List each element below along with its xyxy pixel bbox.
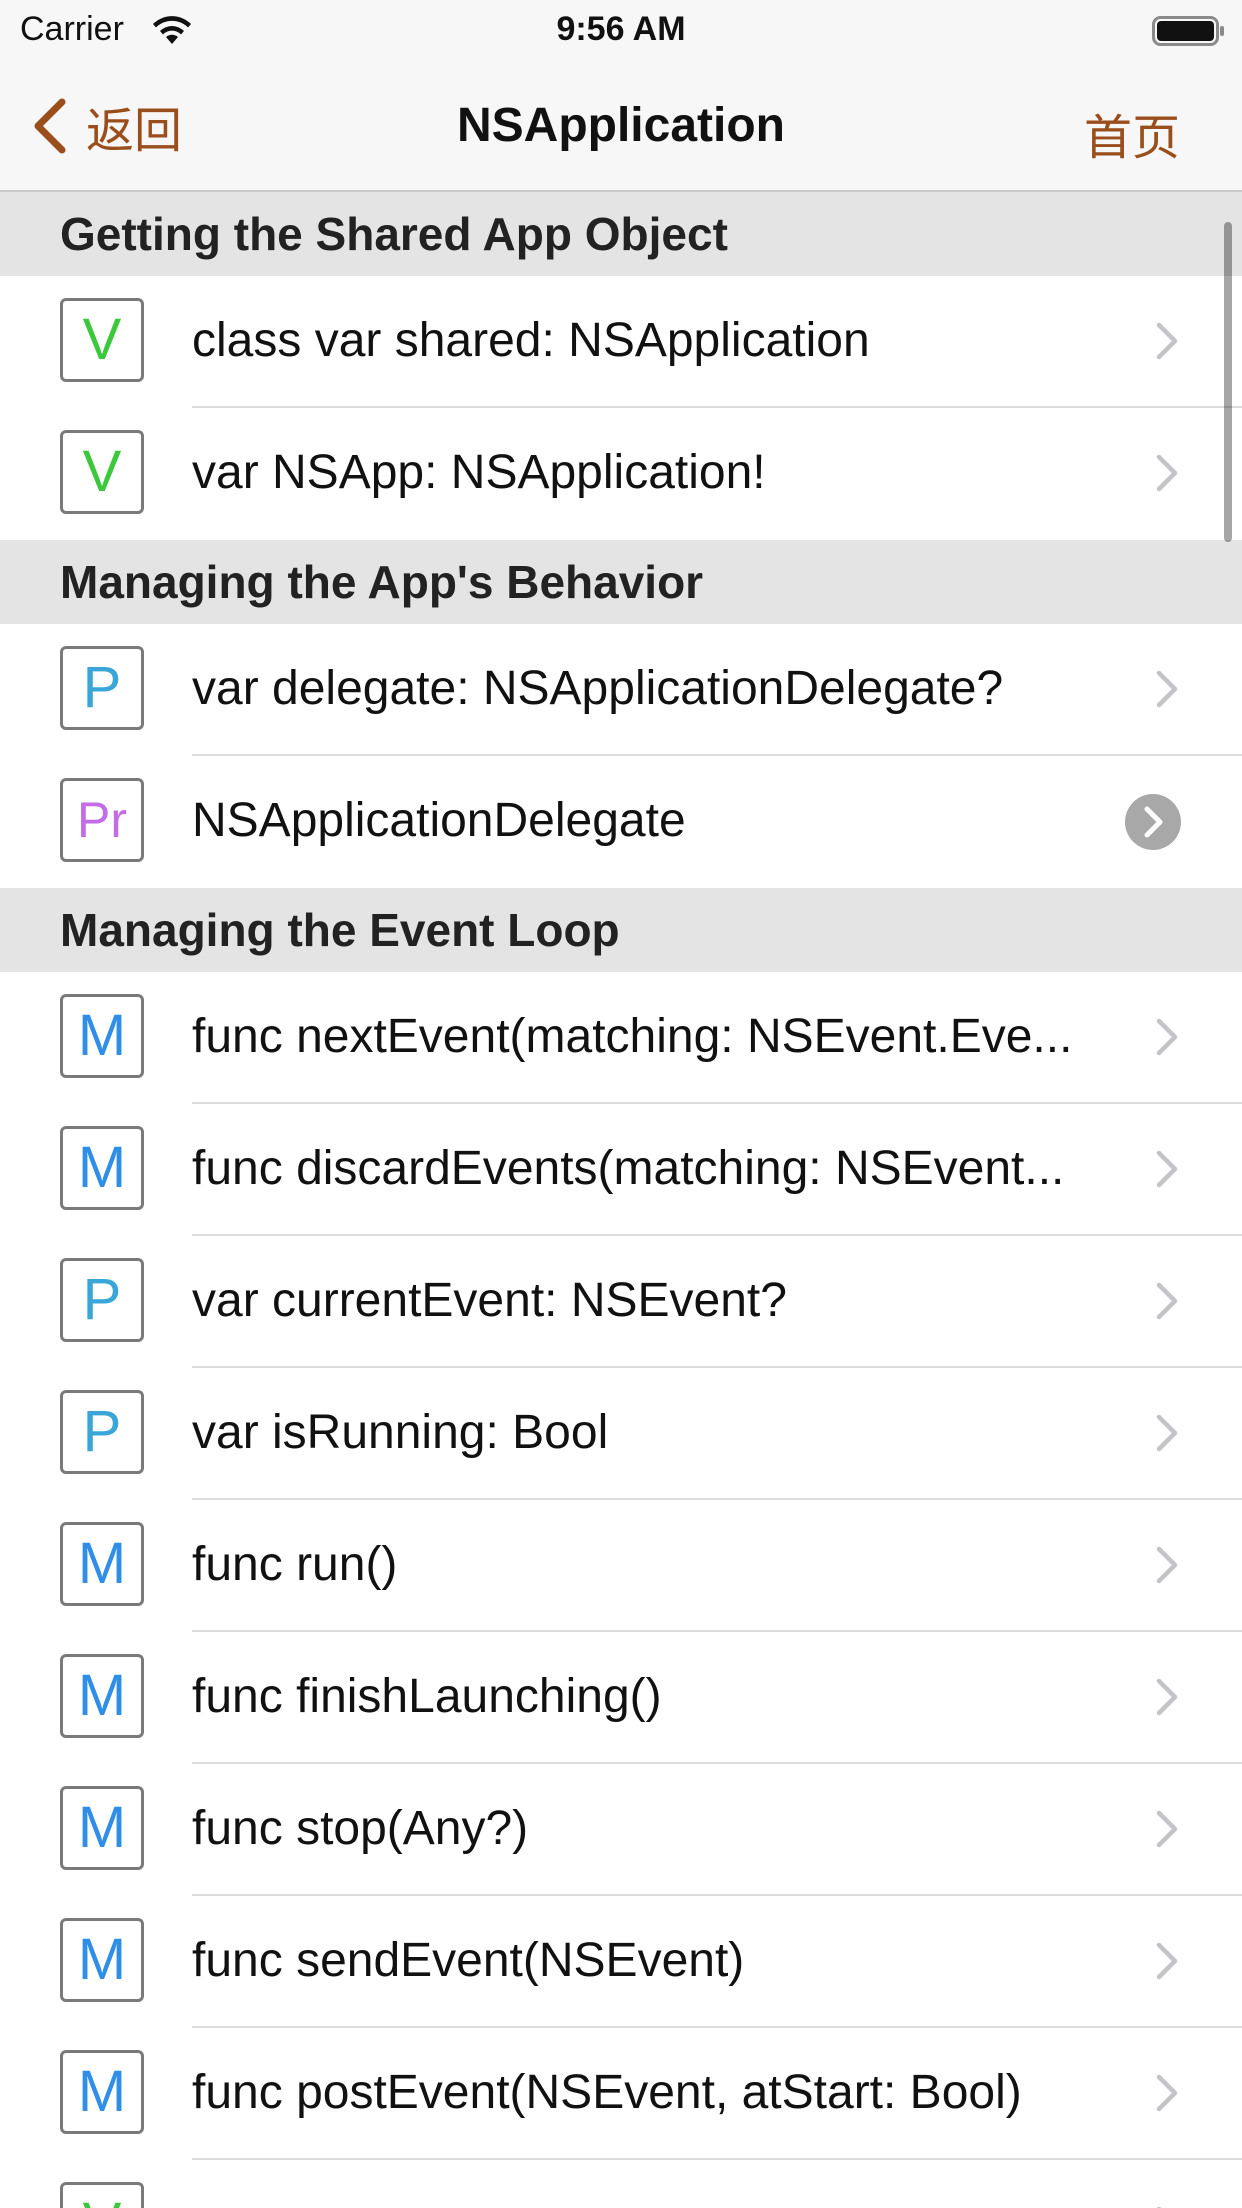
list-item-title: NSApplicationDelegate [192,794,686,847]
list-item-title: func discardEvents(matching: NSEvent... [192,1142,1065,1195]
section-header: Managing the App's Behavior [0,540,1242,624]
chevron-right-icon [1156,670,1178,708]
symbol-list: Getting the Shared App Object Vclass var … [0,192,1242,2208]
list-item[interactable]: Vclass var shared: NSApplication [0,276,1242,408]
detail-disclosure-icon[interactable] [1124,793,1182,851]
back-button-label: 返回 [86,105,183,158]
status-bar: Carrier 9:56 AM [0,0,1242,62]
list-item-title: func finishLaunching() [192,1670,662,1723]
list-item[interactable]: Vvar NSApp: NSApplication! [0,408,1242,540]
list-item-title [192,2160,1122,2208]
home-button[interactable]: 首页 [1084,98,1180,168]
section-header: Managing the Event Loop [0,888,1242,972]
chevron-right-icon [1156,454,1178,492]
symbol-kind-badge: M [60,2050,144,2134]
chevron-right-icon [1156,1018,1178,1056]
list-item[interactable]: Mfunc stop(Any?) [0,1764,1242,1896]
chevron-right-icon [1156,322,1178,360]
list-item[interactable]: Pvar delegate: NSApplicationDelegate? [0,624,1242,756]
list-item[interactable]: Pvar currentEvent: NSEvent? [0,1236,1242,1368]
list-item-title: func run() [192,1538,398,1591]
symbol-kind-badge: M [60,1654,144,1738]
list-item-title: var isRunning: Bool [192,1406,609,1459]
list-item[interactable]: Pr NSApplicationDelegate [0,756,1242,888]
navigation-bar: 返回 NSApplication 首页 [0,62,1242,192]
list-item[interactable]: Mfunc nextEvent(matching: NSEvent.Eve... [0,972,1242,1104]
symbol-kind-badge: M [60,1786,144,1870]
chevron-right-icon [1156,1150,1178,1188]
battery-full-icon [1152,16,1224,46]
symbol-kind-badge: M [60,1126,144,1210]
symbol-kind-badge: P [60,1390,144,1474]
symbol-kind-badge: P [60,1258,144,1342]
symbol-kind-badge: M [60,1918,144,2002]
list-item[interactable]: Mfunc postEvent(NSEvent, atStart: Bool) [0,2028,1242,2160]
list-item-title: func postEvent(NSEvent, atStart: Bool) [192,2066,1022,2119]
symbol-kind-badge: V [60,430,144,514]
chevron-right-icon [1156,2206,1162,2208]
chevron-right-icon [1156,1942,1178,1980]
section-header: Getting the Shared App Object [0,192,1242,276]
chevron-right-icon [1156,2074,1178,2112]
symbol-kind-badge: V [60,298,144,382]
screen: Carrier 9:56 AM 返回 NSApplication 首页 Gett… [0,0,1242,2208]
list-item[interactable]: V [0,2160,1242,2208]
page-title: NSApplication [456,99,785,152]
list-item-title: class var shared: NSApplication [192,314,870,367]
chevron-right-icon [1156,1414,1178,1452]
list-item[interactable]: Mfunc finishLaunching() [0,1632,1242,1764]
list-item[interactable]: Pvar isRunning: Bool [0,1368,1242,1500]
status-time: 9:56 AM [556,10,686,48]
chevron-left-icon [34,98,66,154]
back-button[interactable]: 返回 [30,90,182,162]
list-item[interactable]: Mfunc sendEvent(NSEvent) [0,1896,1242,2028]
list-item-title: func sendEvent(NSEvent) [192,1934,745,1987]
list-item[interactable]: Mfunc run() [0,1500,1242,1632]
symbol-kind-badge: V [60,2182,144,2208]
chevron-right-icon [1156,1678,1178,1716]
list-item-title: var NSApp: NSApplication! [192,446,766,499]
list-item-title: var currentEvent: NSEvent? [192,1274,787,1327]
list-item-title: func stop(Any?) [192,1802,529,1855]
symbol-kind-badge: Pr [60,778,144,862]
list-item[interactable]: Mfunc discardEvents(matching: NSEvent... [0,1104,1242,1236]
scroll-indicator[interactable] [1224,222,1232,542]
chevron-right-icon [1156,1810,1178,1848]
symbol-kind-badge: M [60,994,144,1078]
chevron-right-icon [1156,1282,1178,1320]
list-item-title: func nextEvent(matching: NSEvent.Eve... [192,1010,1073,1063]
symbol-kind-badge: M [60,1522,144,1606]
list-item-title: var delegate: NSApplicationDelegate? [192,662,1004,715]
chevron-right-icon [1156,1546,1178,1584]
symbol-kind-badge: P [60,646,144,730]
